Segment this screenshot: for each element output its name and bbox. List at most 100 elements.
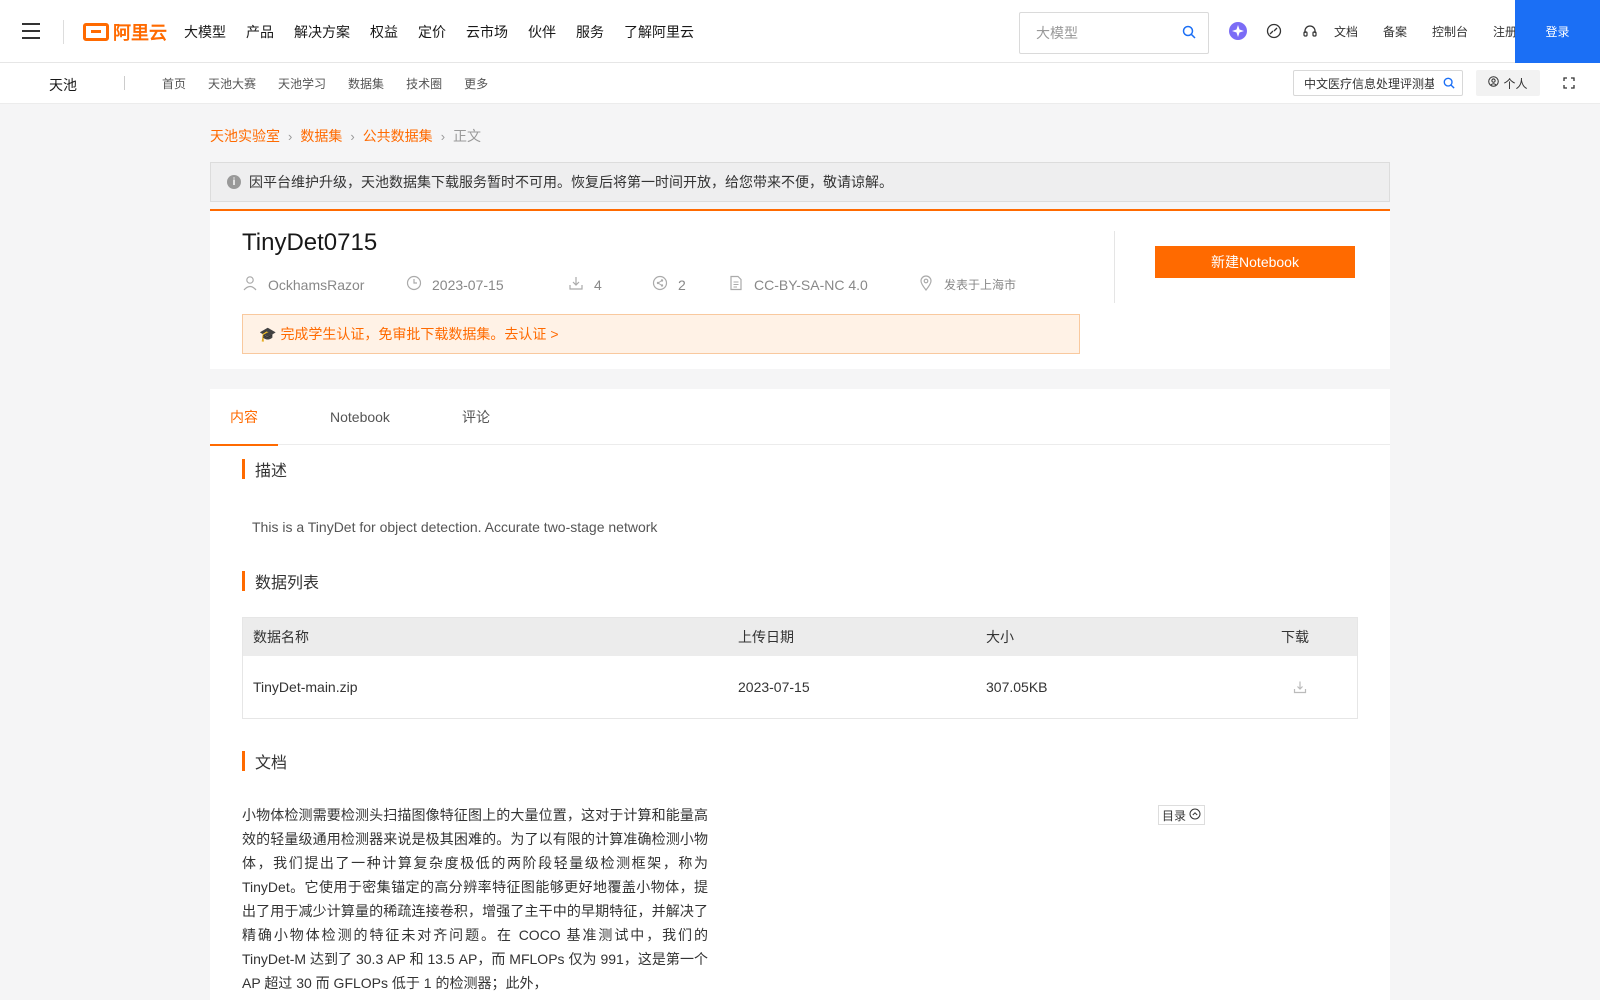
maintenance-notice: i 因平台维护升级，天池数据集下载服务暂时不可用。恢复后将第一时间开放，给您带来… (210, 162, 1390, 202)
breadcrumb-tianchi-lab[interactable]: 天池实验室 (210, 126, 280, 146)
document-icon (728, 275, 754, 294)
description-text: This is a TinyDet for object detection. … (252, 519, 658, 535)
section-title-description: 描述 (242, 459, 287, 480)
link-filing[interactable]: 备案 (1383, 23, 1407, 40)
license-meta: CC-BY-SA-NC 4.0 (728, 275, 918, 294)
tab-notebook[interactable]: Notebook (330, 389, 390, 445)
downloads-meta: 4 (568, 275, 652, 294)
expand-icon[interactable] (1562, 76, 1576, 93)
menu-item-services[interactable]: 服务 (576, 22, 604, 42)
document-body: 小物体检测需要检测头扫描图像特征图上的大量位置，这对于计算和能量高效的轻量级通用… (242, 807, 708, 991)
publish-location: 发表于上海市 (944, 278, 1017, 292)
breadcrumb: 天池实验室 › 数据集 › 公共数据集 › 正文 (210, 126, 481, 146)
global-search-input[interactable] (1020, 13, 1170, 53)
file-name: TinyDet-main.zip (253, 679, 358, 695)
ai-assistant-icon[interactable] (1228, 21, 1248, 41)
content-tabs: 内容 Notebook 评论 (210, 389, 1390, 446)
student-cert-text[interactable]: 完成学生认证，免审批下载数据集。去认证 > (280, 324, 558, 344)
menu-item-benefits[interactable]: 权益 (370, 22, 398, 42)
user-icon (242, 275, 268, 294)
tianchi-brand[interactable]: 天池 (49, 75, 77, 95)
top-navbar: 阿里云 大模型 产品 解决方案 权益 定价 云市场 伙伴 服务 了解阿里云 文档… (0, 0, 1600, 63)
notice-text: 因平台维护升级，天池数据集下载服务暂时不可用。恢复后将第一时间开放，给您带来不便… (249, 174, 893, 190)
login-button[interactable]: 登录 (1515, 0, 1600, 63)
link-register[interactable]: 注册 (1493, 23, 1517, 40)
location-pin-icon (918, 275, 944, 294)
chevron-right-icon: › (350, 128, 355, 144)
new-notebook-button[interactable]: 新建Notebook (1155, 246, 1355, 278)
table-row: TinyDet-main.zip 2023-07-15 307.05KB (243, 656, 1357, 718)
shares-meta: 2 (652, 275, 728, 294)
chevron-right-icon: › (288, 128, 293, 144)
dataset-meta: OckhamsRazor 2023-07-15 4 2 CC-BY-SA-NC … (242, 275, 1016, 294)
chevron-right-icon: › (440, 128, 446, 144)
clock-icon (406, 275, 432, 294)
section-title-docs: 文档 (242, 751, 287, 772)
author-name[interactable]: OckhamsRazor (268, 277, 364, 293)
divider (124, 76, 125, 90)
dataset-content-card: 内容 Notebook 评论 描述 This is a TinyDet for … (210, 389, 1390, 1000)
menu-item-about[interactable]: 了解阿里云 (624, 22, 694, 42)
link-console[interactable]: 控制台 (1432, 23, 1468, 40)
menu-item-marketplace[interactable]: 云市场 (466, 22, 508, 42)
tab-content[interactable]: 内容 (210, 389, 278, 446)
publish-date: 2023-07-15 (432, 276, 504, 293)
download-count: 4 (594, 276, 602, 293)
share-count: 2 (678, 276, 686, 293)
headset-icon[interactable] (1300, 21, 1320, 41)
info-icon: i (227, 175, 241, 189)
menu-item-solutions[interactable]: 解决方案 (294, 22, 350, 42)
subnav-item-learning[interactable]: 天池学习 (278, 75, 326, 92)
speed-icon[interactable] (1264, 21, 1284, 41)
tianchi-subnav: 天池 首页 天池大赛 天池学习 数据集 技术圈 更多 个人 (0, 63, 1600, 104)
graduation-cap-icon: 🎓 (259, 325, 277, 342)
hamburger-menu-icon[interactable] (22, 23, 40, 39)
menu-item-partners[interactable]: 伙伴 (528, 22, 556, 42)
subnav-item-datasets[interactable]: 数据集 (348, 75, 384, 92)
dataset-header-card: TinyDet0715 OckhamsRazor 2023-07-15 4 2 … (210, 209, 1390, 369)
link-docs[interactable]: 文档 (1334, 23, 1358, 40)
aliyun-logo[interactable]: 阿里云 (83, 20, 167, 44)
menu-item-pricing[interactable]: 定价 (418, 22, 446, 42)
dataset-title: TinyDet0715 (242, 229, 378, 256)
subnav-item-competitions[interactable]: 天池大赛 (208, 75, 256, 92)
location-meta: 发表于上海市 (918, 275, 1016, 294)
search-icon[interactable] (1443, 76, 1455, 92)
author-meta: OckhamsRazor (242, 275, 406, 294)
subnav-item-home[interactable]: 首页 (162, 75, 186, 92)
subnav-search (1293, 70, 1463, 96)
breadcrumb-datasets[interactable]: 数据集 (300, 126, 342, 146)
table-header: 数据名称 上传日期 大小 下载 (243, 618, 1357, 656)
topnav-icon-group (1228, 21, 1336, 41)
menu-item-llm[interactable]: 大模型 (184, 22, 226, 42)
student-cert-banner[interactable]: 🎓 完成学生认证，免审批下载数据集。去认证 > (242, 314, 1080, 354)
download-count-icon (568, 275, 594, 294)
toc-label: 目录 (1162, 808, 1187, 823)
toc-button[interactable]: 目录 (1158, 805, 1206, 825)
personal-button[interactable]: 个人 (1476, 70, 1540, 96)
global-search (1019, 12, 1209, 54)
personal-label: 个人 (1503, 76, 1528, 91)
subnav-item-more[interactable]: 更多 (464, 75, 488, 92)
chevron-up-circle-icon (1189, 808, 1201, 823)
header-name: 数据名称 (253, 629, 309, 645)
data-list-table: 数据名称 上传日期 大小 下载 TinyDet-main.zip 2023-07… (242, 617, 1358, 719)
divider (63, 20, 64, 44)
subnav-menu: 首页 天池大赛 天池学习 数据集 技术圈 更多 (162, 63, 510, 104)
menu-item-products[interactable]: 产品 (246, 22, 274, 42)
subnav-search-input[interactable] (1294, 71, 1434, 95)
breadcrumb-public-datasets[interactable]: 公共数据集 (363, 126, 433, 146)
divider (1114, 231, 1115, 303)
breadcrumb-current: 正文 (453, 128, 482, 144)
section-title-datalist: 数据列表 (242, 571, 319, 592)
tab-comments[interactable]: 评论 (462, 389, 490, 445)
header-size: 大小 (986, 629, 1014, 645)
download-icon[interactable] (1293, 680, 1307, 697)
date-meta: 2023-07-15 (406, 275, 568, 294)
subnav-item-tech-circle[interactable]: 技术圈 (406, 75, 442, 92)
file-date: 2023-07-15 (738, 679, 810, 695)
logo-text: 阿里云 (113, 23, 167, 43)
search-icon[interactable] (1182, 25, 1196, 42)
topnav-links: 文档 备案 控制台 注册 (1334, 0, 1542, 63)
aliyun-logo-mark-icon (83, 23, 109, 41)
